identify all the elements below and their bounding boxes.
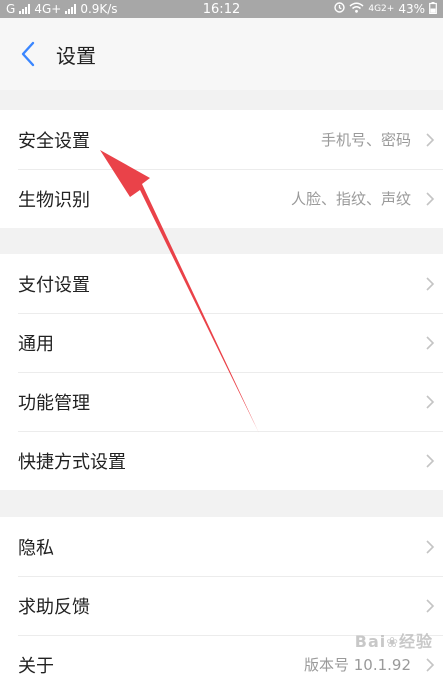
app-header: 设置 [0, 18, 443, 90]
settings-item-biometrics[interactable]: 生物识别 人脸、指纹、声纹 [0, 169, 443, 228]
settings-item-label: 生物识别 [18, 189, 90, 211]
settings-item-payment[interactable]: 支付设置 [0, 254, 443, 313]
status-bar: G 4G+ 0.9K/s 16:12 4G2+ 43% [0, 0, 443, 18]
settings-item-privacy[interactable]: 隐私 [0, 517, 443, 576]
settings-item-label: 关于 [18, 655, 54, 677]
settings-item-features[interactable]: 功能管理 [0, 372, 443, 431]
chevron-right-icon [417, 576, 443, 635]
page-title: 设置 [56, 43, 96, 68]
settings-group-general: 支付设置 通用 功能管理 快捷方式设置 [0, 254, 443, 490]
chevron-right-icon [417, 254, 443, 313]
settings-item-label: 通用 [18, 333, 54, 355]
back-button[interactable] [0, 18, 56, 90]
settings-group-misc: 隐私 求助反馈 关于 版本号 10.1.92 [0, 517, 443, 694]
settings-item-value: 手机号、密码 [320, 131, 411, 149]
settings-item-value: 人脸、指纹、声纹 [290, 190, 411, 208]
chevron-left-icon [21, 41, 35, 67]
chevron-right-icon [417, 372, 443, 431]
chevron-right-icon [417, 313, 443, 372]
chevron-right-icon [417, 110, 443, 169]
settings-item-feedback[interactable]: 求助反馈 [0, 576, 443, 635]
settings-group-account: 安全设置 手机号、密码 生物识别 人脸、指纹、声纹 [0, 110, 443, 228]
settings-item-label: 求助反馈 [18, 596, 90, 618]
settings-item-label: 快捷方式设置 [18, 451, 126, 473]
settings-item-label: 支付设置 [18, 274, 90, 296]
watermark-logo: Bai❀经验 [354, 632, 433, 651]
chevron-right-icon [417, 169, 443, 228]
settings-item-label: 隐私 [18, 537, 54, 559]
settings-item-label: 安全设置 [18, 130, 90, 152]
settings-item-value: 版本号 10.1.92 [303, 656, 411, 674]
settings-item-shortcuts[interactable]: 快捷方式设置 [0, 431, 443, 490]
settings-item-security[interactable]: 安全设置 手机号、密码 [0, 110, 443, 169]
settings-item-general[interactable]: 通用 [0, 313, 443, 372]
chevron-right-icon [417, 431, 443, 490]
clock: 16:12 [202, 1, 241, 17]
settings-item-label: 功能管理 [18, 392, 90, 414]
chevron-right-icon [417, 517, 443, 576]
